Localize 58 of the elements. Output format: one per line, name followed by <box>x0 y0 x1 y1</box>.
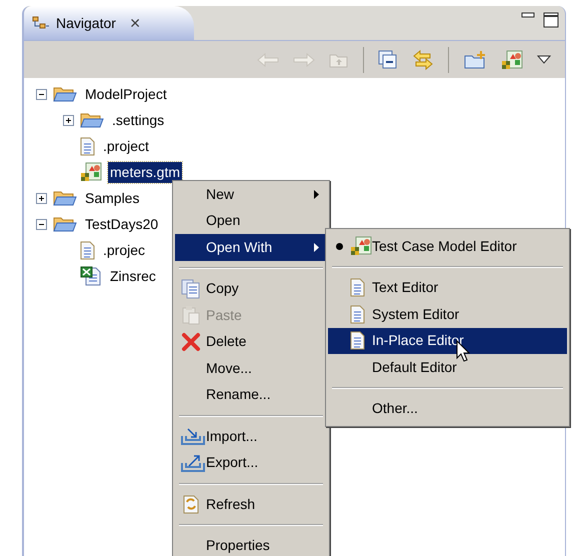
paste-icon <box>181 305 201 326</box>
document-icon <box>80 240 95 260</box>
export-icon <box>181 452 205 473</box>
menu-item[interactable]: Import... <box>175 423 327 450</box>
folder-icon <box>53 189 77 207</box>
document-icon <box>350 278 365 298</box>
menu-item[interactable]: Move... <box>175 355 327 382</box>
collapse-toggle[interactable] <box>36 218 47 230</box>
delete-icon <box>181 332 201 352</box>
navigator-icon <box>32 16 50 30</box>
menu-item[interactable]: Text Editor <box>328 274 567 301</box>
tab-title: Navigator <box>56 14 116 33</box>
navigator-tab[interactable]: Navigator × <box>24 6 194 40</box>
expand-toggle[interactable] <box>36 192 47 204</box>
tree-item[interactable]: .projec <box>101 240 148 260</box>
tree-item[interactable]: .project <box>101 136 151 156</box>
tree-item[interactable]: Zinsrec <box>108 266 158 286</box>
folder-icon <box>53 215 77 233</box>
folder-icon <box>80 111 104 129</box>
menu-item[interactable]: Properties <box>175 532 327 556</box>
menu-item[interactable]: Refresh <box>175 491 327 518</box>
submenu-arrow-icon <box>314 242 319 252</box>
model-file-icon <box>350 236 372 256</box>
tree-item[interactable]: .settings <box>110 110 166 130</box>
menu-item[interactable]: Rename... <box>175 382 327 408</box>
tree-item[interactable]: ModelProject <box>83 84 169 104</box>
spreadsheet-icon <box>80 266 102 286</box>
document-icon <box>350 304 365 324</box>
model-file-icon <box>501 50 523 70</box>
expand-toggle[interactable] <box>63 114 74 126</box>
document-icon <box>80 136 95 156</box>
menu-item[interactable]: Delete <box>175 328 327 355</box>
tree-item[interactable]: TestDays20 <box>83 214 160 234</box>
tree-item[interactable]: Samples <box>83 188 142 208</box>
minimize-icon[interactable] <box>521 12 535 20</box>
menu-item[interactable]: Default Editor <box>328 354 567 380</box>
view-menu-icon[interactable] <box>537 55 551 64</box>
tree-item[interactable]: meters.gtm <box>108 162 182 182</box>
collapse-all-icon[interactable] <box>378 50 398 70</box>
refresh-icon <box>181 494 201 514</box>
import-icon <box>181 426 205 446</box>
maximize-icon[interactable] <box>543 12 559 28</box>
submenu-arrow-icon <box>314 190 319 199</box>
menu-item[interactable]: Export... <box>175 450 327 476</box>
menu-item[interactable]: System Editor <box>328 301 567 328</box>
model-file-icon <box>80 162 102 182</box>
close-button[interactable]: × <box>130 14 140 32</box>
menu-item[interactable]: New <box>175 181 327 208</box>
folder-icon <box>53 85 77 103</box>
collapse-toggle[interactable] <box>36 88 47 100</box>
menu-item[interactable]: Other... <box>328 396 567 422</box>
new-folder-icon[interactable] <box>463 50 487 70</box>
menu-item[interactable]: Test Case Model Editor <box>328 233 567 260</box>
document-icon <box>350 331 365 350</box>
menu-item[interactable]: Open With <box>175 234 327 260</box>
menu-item[interactable]: Open <box>175 208 327 234</box>
menu-item[interactable]: Copy <box>175 276 327 302</box>
copy-icon <box>181 278 201 299</box>
